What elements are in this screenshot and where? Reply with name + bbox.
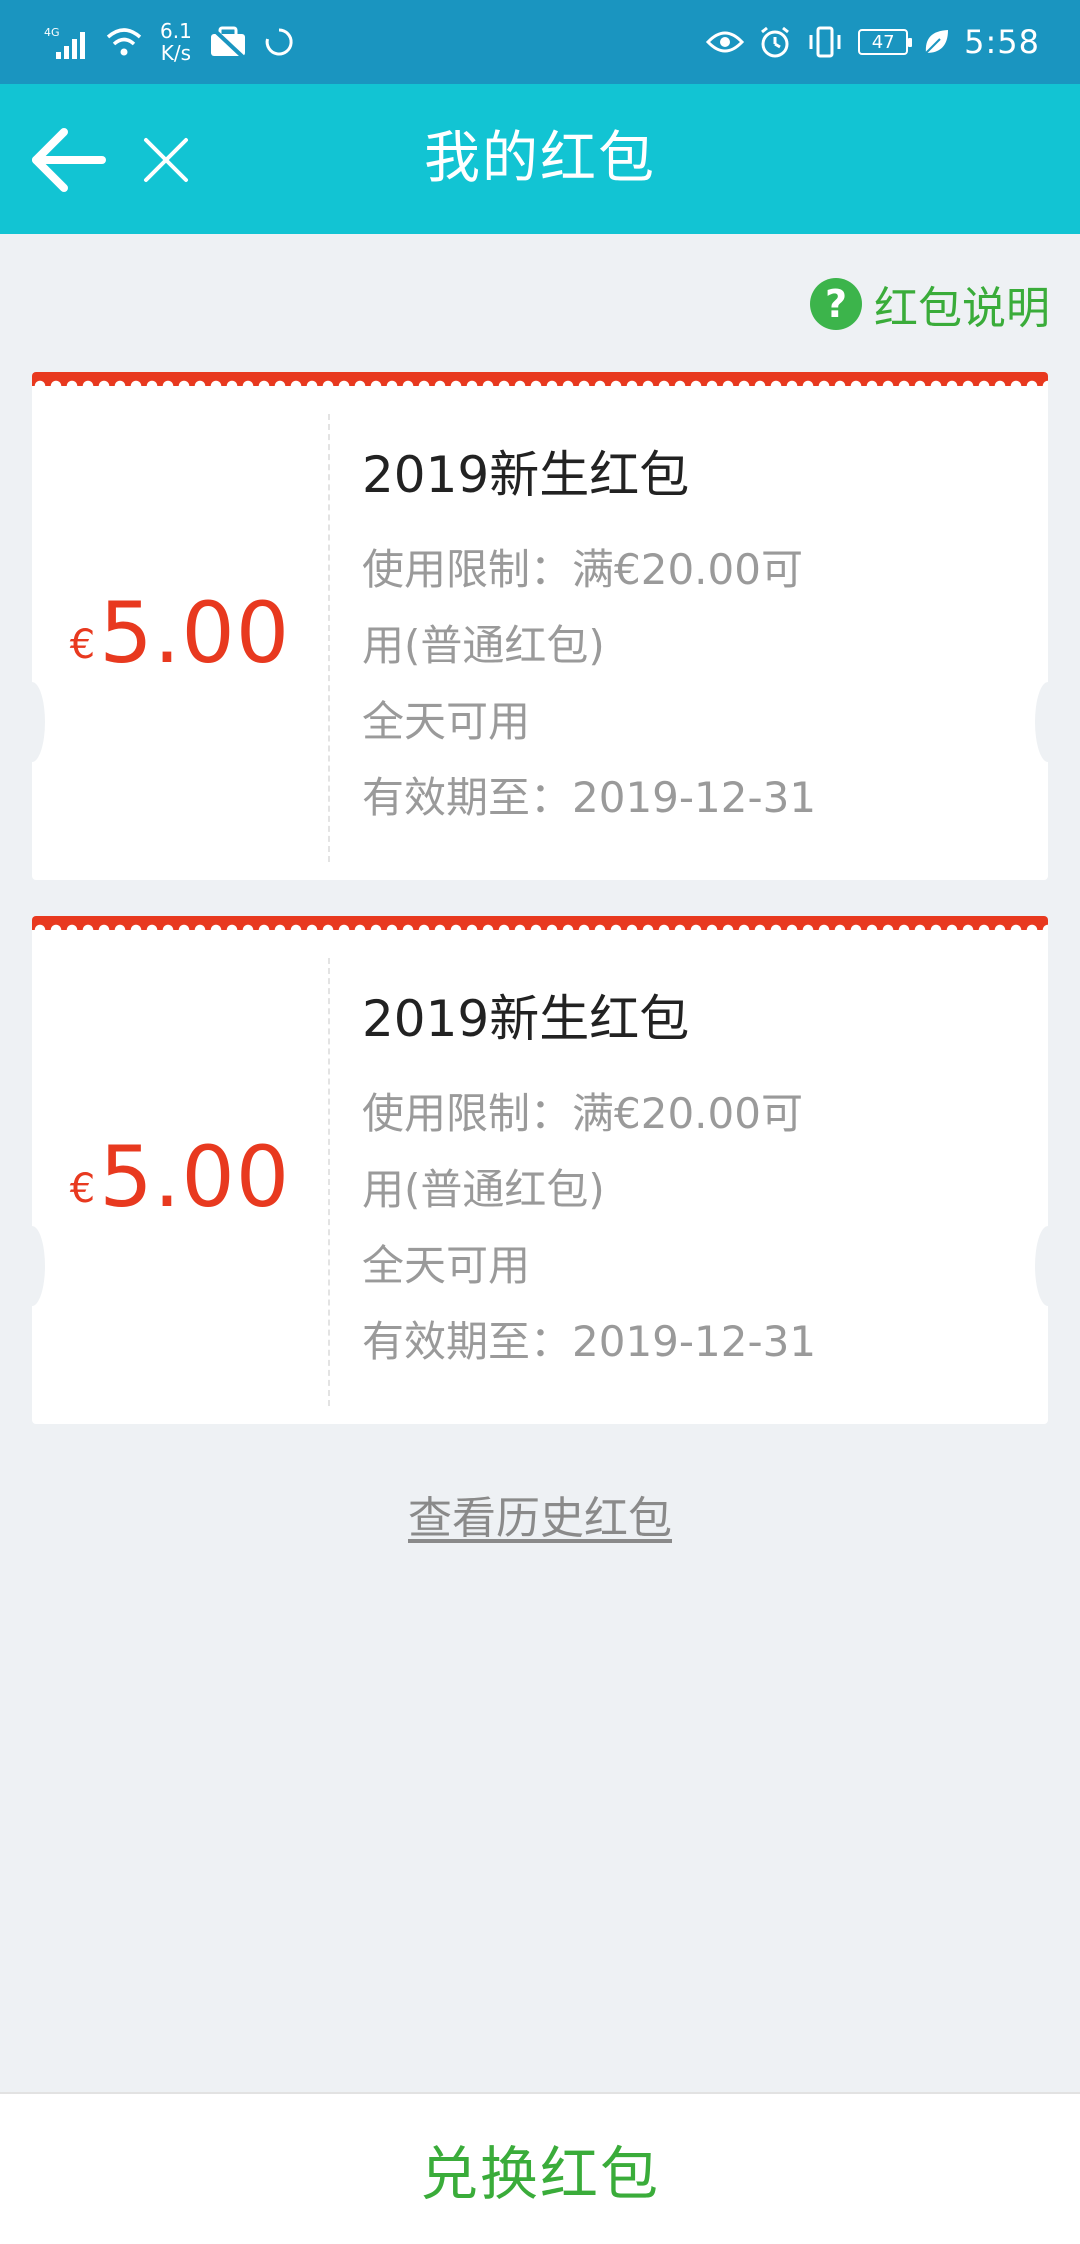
alarm-icon [761,26,790,58]
coupon-divider [328,958,330,1406]
coupon-title: 2019新生红包 [362,990,690,1048]
coupon-info: 2019新生红包 使用限制：满€20.00可 用(普通红包) 全天可用 有效期至… [362,438,962,836]
coupon-title: 2019新生红包 [362,446,690,504]
battery-icon: 47 [858,29,913,55]
clock-time: 5:58 [964,23,1040,61]
battery-level: 47 [871,31,895,53]
coupon-limit-line1: 使用限制：满€20.00可 [362,545,803,594]
coupon-expiry: 有效期至：2019-12-31 [362,1317,817,1366]
sync-icon [265,28,293,56]
coupon-divider [328,414,330,862]
coupon-time-rule: 全天可用 [362,697,531,746]
back-button[interactable] [26,120,110,200]
vibrate-icon [809,26,841,58]
app-header: 我的红包 [0,84,1080,234]
coupon-time-rule: 全天可用 [362,1241,531,1290]
coupon-limit-line1: 使用限制：满€20.00可 [362,1089,803,1138]
history-link-row: 查看历史红包 [0,1474,1080,1554]
network-speed-value: 6.1 [160,19,192,43]
redeem-button-label: 兑换红包 [419,2140,660,2208]
coupon-info: 2019新生红包 使用限制：满€20.00可 用(普通红包) 全天可用 有效期至… [362,982,962,1380]
coupon-limit-line2: 用(普通红包) [362,1165,605,1214]
coupon-card[interactable]: € 5.00 2019新生红包 使用限制：满€20.00可 用(普通红包) 全天… [32,372,1048,880]
close-icon [144,138,188,182]
signal-icon: 4G [44,26,85,59]
coupon-amount: € 5.00 [32,930,328,1424]
wifi-icon [106,28,142,56]
view-history-link[interactable]: 查看历史红包 [408,1482,672,1546]
back-arrow-icon [32,128,106,192]
coupon-card[interactable]: € 5.00 2019新生红包 使用限制：满€20.00可 用(普通红包) 全天… [32,916,1048,1424]
coupon-amount: € 5.00 [32,386,328,880]
amount-value: 5.00 [99,1128,291,1226]
network-speed: 6.1 K/s [160,20,192,64]
question-icon: ? [810,278,862,330]
coupon-scalloped-edge [32,372,1048,386]
help-label: 红包说明 [874,283,1050,334]
status-bar: 4G 6.1 K/s 47 5:58 [0,0,1080,84]
coupon-notch [1035,1226,1048,1306]
coupon-scalloped-edge [32,916,1048,930]
redeem-button[interactable]: 兑换红包 [0,2092,1080,2244]
notification-icon [210,26,246,59]
coupon-expiry: 有效期至：2019-12-31 [362,773,817,822]
red-packet-help-link[interactable]: ? 红包说明 [810,268,1050,340]
currency-symbol: € [69,1166,96,1212]
currency-symbol: € [69,622,96,668]
status-bar-left: 4G 6.1 K/s [44,14,294,70]
network-speed-unit: K/s [160,41,192,65]
status-bar-right: 47 5:58 [706,14,1040,70]
leaf-icon [925,30,949,54]
amount-value: 5.00 [99,584,291,682]
close-button[interactable] [136,130,196,190]
eye-icon [706,31,745,53]
svg-text:4G: 4G [44,26,60,39]
coupon-notch [1035,682,1048,762]
coupon-limit-line2: 用(普通红包) [362,621,605,670]
